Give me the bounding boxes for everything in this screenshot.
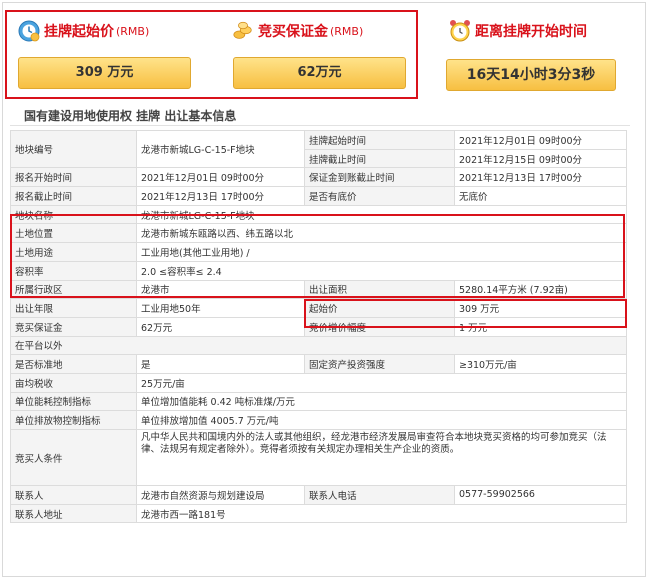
table-row: 联系人 龙港市自然资源与规划建设局 联系人电话 0577-59902566 [10,485,627,505]
row-value: 龙港市自然资源与规划建设局 [136,485,305,505]
row-label: 单位排放物控制指标 [10,410,137,430]
row-label: 联系人 [10,485,137,505]
area-highlight-box [304,299,627,328]
countdown-label: 距离挂牌开始时间 [475,24,587,40]
countdown-value: 16天14小时3分3秒 [446,59,616,91]
table-row: 地块编号 龙港市新城LG-C-15-F地块 挂牌起始时间 2021年12月01日… [10,129,627,169]
table-row: 亩均税收 25万元/亩 [10,372,627,393]
row-value: 是 [136,354,305,374]
row-label: 固定资产投资强度 [304,354,455,374]
countdown-label-row: 距离挂牌开始时间 [449,20,587,42]
row-value: 2021年12月13日 17时00分 [136,186,305,206]
row-value: 工业用地50年 [136,298,305,318]
row-value: 凡中华人民共和国境内外的法人或其他组织，经龙港市经济发展局审查符合本地块竞买资格… [136,429,627,486]
row-value: 龙港市新城LG-C-15-F地块 [136,129,305,169]
table-row: 报名开始时间 2021年12月01日 09时00分 保证金到账截止时间 2021… [10,167,627,188]
table-row: 报名截止时间 2021年12月13日 17时00分 是否有底价 无底价 [10,186,627,206]
row-label: 保证金到账截止时间 [304,167,455,188]
table-row: 单位排放物控制指标 单位排放增加值 4005.7 万元/吨 [10,410,627,430]
alarm-clock-icon [449,20,471,42]
row-value: 2021年12月01日 09时00分 [454,130,627,150]
row-value: 龙港市西一路181号 [136,503,627,524]
row-value: 单位排放增加值 4005.7 万元/吨 [136,410,627,430]
table-row: 是否标准地 是 固定资产投资强度 ≥310万元/亩 [10,354,627,374]
row-value: 2021年12月15日 09时00分 [454,148,627,169]
row-label: 竞买人条件 [10,429,137,486]
row-label: 联系人电话 [304,485,455,505]
row-value: 0577-59902566 [454,485,627,505]
table-row: 联系人地址 龙港市西一路181号 [10,503,627,524]
row-value: 单位增加值能耗 0.42 吨标准煤/万元 [136,391,627,412]
land-details-highlight-box [10,214,625,298]
row-label: 亩均税收 [10,372,137,393]
price-highlight-box [5,10,418,99]
row-label: 报名开始时间 [10,167,137,188]
row-label: 是否标准地 [10,354,137,374]
row-label: 出让年限 [10,298,137,318]
row-label: 联系人地址 [10,503,137,524]
row-value: ≥310万元/亩 [454,354,627,374]
row-label: 是否有底价 [304,186,455,206]
row-value: 2021年12月13日 17时00分 [454,167,627,188]
section-title: 国有建设用地使用权 挂牌 出让基本信息 [24,109,237,123]
table-row: 在平台以外 [10,335,627,356]
row-label: 挂牌截止时间 [304,148,455,169]
row-value: 62万元 [136,316,305,337]
row-label: 单位能耗控制指标 [10,391,137,412]
row-label: 竞买保证金 [10,316,137,337]
section-divider [10,125,630,126]
row-label: 挂牌起始时间 [304,130,455,150]
row-value: 2021年12月01日 09时00分 [136,167,305,188]
table-row: 单位能耗控制指标 单位增加值能耗 0.42 吨标准煤/万元 [10,391,627,412]
row-value: 无底价 [454,186,627,206]
table-row: 竞买人条件 凡中华人民共和国境内外的法人或其他组织，经龙港市经济发展局审查符合本… [10,429,627,486]
row-label: 报名截止时间 [10,186,137,206]
row-label: 地块编号 [10,129,137,169]
row-value: 25万元/亩 [136,372,627,393]
row-label: 在平台以外 [10,335,627,356]
